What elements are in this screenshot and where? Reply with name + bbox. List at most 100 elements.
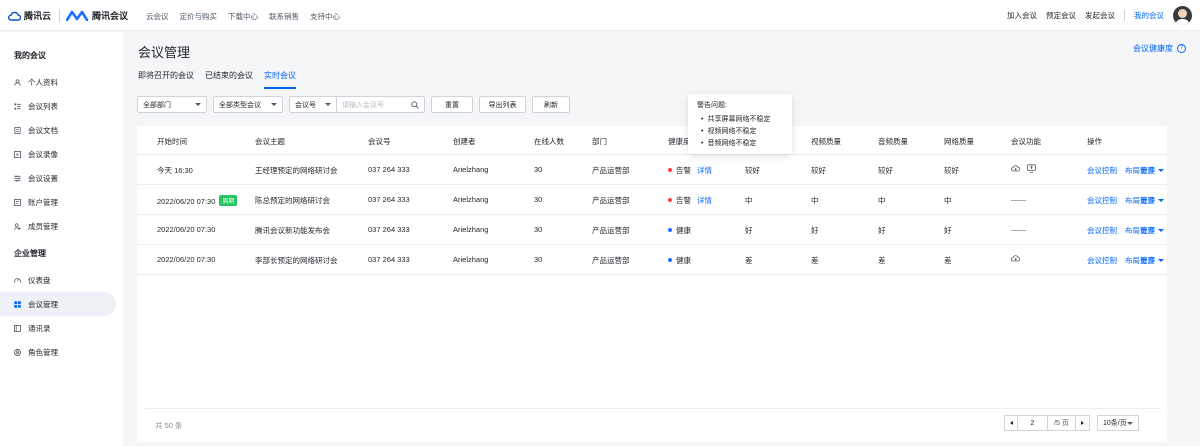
page-title: 会议管理 <box>138 45 191 60</box>
more-dropdown[interactable]: 更多 <box>1140 255 1164 266</box>
nav-contact-sales[interactable]: 联系销售 <box>269 11 299 22</box>
export-list-button[interactable]: 导出列表 <box>479 96 526 113</box>
sidebar-item-dashboard[interactable]: 仪表盘 <box>0 268 116 292</box>
tab-upcoming[interactable]: 即将召开的会议 <box>138 70 194 89</box>
nav-pricing[interactable]: 定价与购买 <box>180 11 218 22</box>
sidebar-item-members[interactable]: 成员管理 <box>0 214 116 238</box>
tab-bar: 即将召开的会议 已结束的会议 实时会议 <box>138 70 296 89</box>
column-header-department: 部门 <box>592 137 607 146</box>
search-field-select[interactable]: 会议号 <box>289 96 337 113</box>
next-page-button[interactable] <box>1076 415 1090 431</box>
sidebar-item-contacts[interactable]: 通讯录 <box>0 316 116 340</box>
more-label: 更多 <box>1140 196 1155 205</box>
meeting-health-link[interactable]: 会议健康度 ? <box>1133 43 1186 54</box>
meeting-type-select[interactable]: 全部类型会议 <box>213 96 283 113</box>
sidebar-item-recordings[interactable]: 会议录像 <box>0 142 116 166</box>
contacts-icon <box>14 324 21 332</box>
schedule-meeting-button[interactable]: 预定会议 <box>1046 10 1076 21</box>
creator: Arielzhang <box>453 255 489 264</box>
nav-support[interactable]: 支持中心 <box>310 11 340 22</box>
sidebar-item-label: 成员管理 <box>28 221 58 231</box>
settings-icon <box>14 175 21 181</box>
nav-cloud-meeting[interactable]: 云会议 <box>146 11 169 22</box>
table-row[interactable]: 2022/06/20 07:30 李部长预定的网络研讨会 037 264 333… <box>137 245 1167 275</box>
status-dot <box>668 198 672 202</box>
health-status: 健康 <box>668 255 691 266</box>
health-detail-link[interactable]: 详情 <box>697 166 712 175</box>
page-number-input[interactable]: 2 <box>1018 415 1048 431</box>
refresh-button[interactable]: 刷新 <box>532 96 570 113</box>
my-meetings-link[interactable]: 我的会议 <box>1134 10 1164 21</box>
recurring-badge: 周期 <box>219 195 238 206</box>
table-row[interactable]: 2022/06/20 07:30 周期 陈总预定的网络研讨会 037 264 33… <box>137 185 1167 215</box>
page-size-select[interactable]: 10条/页 <box>1097 415 1139 431</box>
meeting-control-link[interactable]: 会议控制 <box>1087 165 1117 176</box>
meeting-topic: 陈总预定的网络研讨会 <box>255 196 330 205</box>
search-placeholder: 请输入会议号 <box>342 101 384 109</box>
start-meeting-button[interactable]: 发起会议 <box>1085 10 1115 21</box>
tooltip-title: 警告问题: <box>697 102 727 109</box>
sidebar-item-documents[interactable]: 会议文档 <box>0 118 116 142</box>
search-input[interactable]: 请输入会议号 <box>337 96 425 113</box>
tab-ended[interactable]: 已结束的会议 <box>205 70 253 89</box>
tencent-cloud-logo[interactable]: 腾讯云 <box>8 9 51 22</box>
sidebar-item-account[interactable]: 账户管理 <box>0 190 116 214</box>
sidebar: 我的会议 个人资料 会议列表 会议文档 会议录像 会议设置 账户管理 成员管理 … <box>0 32 123 446</box>
sidebar-item-settings[interactable]: 会议设置 <box>0 166 116 190</box>
reset-button[interactable]: 重置 <box>431 96 473 113</box>
column-header-online: 在线人数 <box>534 137 564 146</box>
table-row[interactable]: 2022/06/20 07:30 腾讯会议新功能发布会 037 264 333 … <box>137 215 1167 245</box>
meeting-id: 037 264 333 <box>368 225 410 234</box>
table-row[interactable]: 今天 16:30 王经理预定的网络研讨会 037 264 333 Arielzh… <box>137 155 1167 185</box>
online-count: 30 <box>534 165 543 174</box>
account-icon <box>14 198 21 206</box>
sidebar-item-meeting-list[interactable]: 会议列表 <box>0 94 116 118</box>
meeting-topic: 李部长预定的网络研讨会 <box>255 256 338 265</box>
video-quality: 差 <box>811 256 819 265</box>
network-quality: 好 <box>944 226 952 235</box>
help-icon: ? <box>1177 44 1186 53</box>
audio-quality: 中 <box>878 196 886 205</box>
dashboard-icon <box>14 277 21 283</box>
sidebar-item-profile[interactable]: 个人资料 <box>0 70 116 94</box>
meeting-control-link[interactable]: 会议控制 <box>1087 225 1117 236</box>
tooltip-item: 视频网络不稳定 <box>701 126 783 136</box>
meeting-control-link[interactable]: 会议控制 <box>1087 195 1117 206</box>
sidebar-item-roles[interactable]: 角色管理 <box>0 340 116 364</box>
table-header: 开始时间 会议主题 会议号 创建者 在线人数 部门 健康度 视频质量 音频质量 … <box>137 126 1167 155</box>
avatar[interactable] <box>1173 6 1192 25</box>
sidebar-item-label: 会议管理 <box>28 299 58 309</box>
cloud-brand-text: 腾讯云 <box>24 11 52 21</box>
more-dropdown[interactable]: 更多 <box>1140 165 1164 176</box>
screen-share-icon[interactable] <box>1027 164 1036 173</box>
prev-page-button[interactable] <box>1004 415 1018 431</box>
tab-live[interactable]: 实时会议 <box>264 70 296 89</box>
tooltip-item: 音频网络不稳定 <box>701 138 783 148</box>
nav-download[interactable]: 下载中心 <box>228 11 258 22</box>
department: 产品运营部 <box>592 226 630 235</box>
meeting-id: 037 264 333 <box>368 165 410 174</box>
meeting-control-link[interactable]: 会议控制 <box>1087 255 1117 266</box>
join-meeting-button[interactable]: 加入会议 <box>1007 10 1037 21</box>
department-select-value: 全部部门 <box>143 101 171 109</box>
document-icon <box>14 126 21 134</box>
cloud-record-icon[interactable] <box>1011 164 1020 173</box>
sidebar-item-meeting-management[interactable]: 会议管理 <box>0 292 116 316</box>
health-detail-link[interactable]: 详情 <box>697 196 712 205</box>
network-quality: 中 <box>944 196 952 205</box>
tencent-meeting-logo[interactable]: 腾讯会议 <box>66 9 128 22</box>
audio-quality: 较好 <box>878 166 893 175</box>
more-dropdown[interactable]: 更多 <box>1140 225 1164 236</box>
status-dot <box>668 258 672 262</box>
tooltip-item: 共享屏幕网络不稳定 <box>701 114 783 124</box>
cloud-record-icon[interactable] <box>1011 254 1020 263</box>
department-select[interactable]: 全部部门 <box>137 96 207 113</box>
meeting-table-card: 开始时间 会议主题 会议号 创建者 在线人数 部门 健康度 视频质量 音频质量 … <box>137 126 1167 442</box>
health-link-label: 会议健康度 <box>1133 44 1173 53</box>
column-header-creator: 创建者 <box>453 137 476 146</box>
top-actions: 加入会议 预定会议 发起会议 我的会议 <box>1007 6 1192 25</box>
start-time: 2022/06/20 07:30 <box>157 225 216 234</box>
search-icon[interactable] <box>411 100 419 109</box>
more-dropdown[interactable]: 更多 <box>1140 195 1164 206</box>
health-label: 健康 <box>676 256 691 265</box>
